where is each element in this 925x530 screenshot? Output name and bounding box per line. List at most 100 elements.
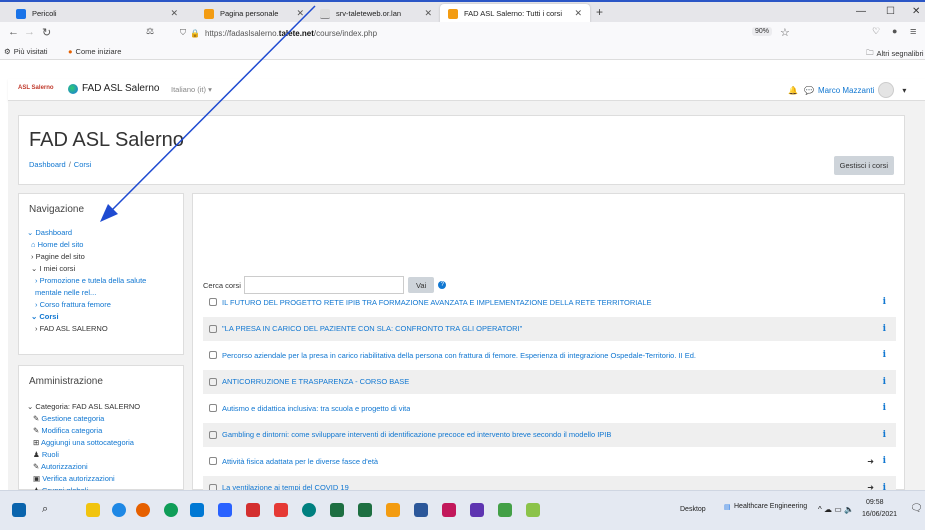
- course-link[interactable]: ANTICORRUZIONE E TRASPARENZA - CORSO BAS…: [222, 377, 409, 386]
- admin-check-permissions[interactable]: ▣ Verifica autorizzazioni: [33, 474, 115, 483]
- admin-manage-category[interactable]: ✎ Gestione categoria: [33, 414, 104, 423]
- minimize-icon[interactable]: —: [856, 6, 866, 17]
- close-icon[interactable]: ✕: [424, 8, 432, 19]
- course-link[interactable]: Percorso aziendale per la presa in caric…: [222, 351, 696, 360]
- url-host: talete.net: [278, 28, 314, 38]
- tray-icons[interactable]: ^ ☁ ▭ 🔈: [818, 505, 854, 514]
- pocket-icon[interactable]: ♡: [872, 26, 880, 37]
- browser-tab[interactable]: Pagina personale ✕: [196, 4, 312, 23]
- other-bookmarks[interactable]: 🗀 Altri segnalibri: [866, 47, 924, 60]
- outlook-icon[interactable]: [190, 503, 204, 517]
- account-icon[interactable]: ●: [892, 26, 897, 36]
- nav-course-mental-health[interactable]: › Promozione e tutela della salute: [35, 276, 146, 285]
- browser-tab[interactable]: Pericoli ✕: [8, 4, 186, 23]
- back-icon[interactable]: ←: [8, 26, 19, 38]
- nav-course-mental-health-cont[interactable]: mentale nelle rel...: [35, 288, 96, 297]
- teams-icon[interactable]: [218, 503, 232, 517]
- chevron-down-icon: ▾: [902, 85, 907, 95]
- desktop-toolbar[interactable]: Desktop: [680, 506, 706, 513]
- app-icon[interactable]: [470, 503, 484, 517]
- url-bar[interactable]: ⛉ 🔒 https://fadaslsalerno. talete.net /c…: [180, 25, 780, 41]
- browser-tab[interactable]: srv-taleteweb.or.lan ✕: [312, 4, 440, 23]
- nav-my-courses[interactable]: ⌄ I miei corsi: [31, 264, 75, 273]
- nav-home[interactable]: ⌂ Home del sito: [31, 240, 83, 249]
- bookmark-get-started[interactable]: ● Come iniziare: [68, 47, 121, 56]
- zoom-level[interactable]: 90%: [752, 27, 773, 36]
- reload-icon[interactable]: ↻: [42, 26, 51, 39]
- asl-logo[interactable]: ASL Salerno: [18, 85, 54, 91]
- nav-site-pages[interactable]: › Pagine del sito: [31, 252, 85, 261]
- info-icon[interactable]: i: [883, 430, 886, 440]
- site-brand[interactable]: FAD ASL Salerno: [68, 83, 159, 94]
- course-link[interactable]: "LA PRESA IN CARICO DEL PAZIENTE CON SLA…: [222, 324, 522, 333]
- chat-icon[interactable]: 💬: [804, 86, 814, 95]
- word-icon[interactable]: [414, 503, 428, 517]
- course-icon: [209, 430, 217, 439]
- app-icon[interactable]: [498, 503, 512, 517]
- nav-label: Promozione e tutela della salute: [39, 276, 147, 285]
- nav-dashboard[interactable]: ⌄ Dashboard: [27, 228, 72, 237]
- language-selector[interactable]: Italiano (it) ▾: [171, 85, 212, 94]
- course-link[interactable]: IL FUTURO DEL PROGETTO RETE IPIB TRA FOR…: [222, 298, 652, 307]
- user-menu[interactable]: 🔔 💬 Marco Mazzanti ▾: [788, 82, 906, 98]
- search-icon[interactable]: ⌕: [42, 503, 56, 517]
- info-icon[interactable]: i: [883, 350, 886, 360]
- app-icon[interactable]: [442, 503, 456, 517]
- excel-icon[interactable]: [358, 503, 372, 517]
- tab-label: srv-taleteweb.or.lan: [336, 9, 402, 18]
- firefox-icon[interactable]: [136, 503, 150, 517]
- windows-start-icon[interactable]: [12, 503, 26, 517]
- close-icon[interactable]: ✕: [296, 8, 304, 19]
- browser-tab-active[interactable]: FAD ASL Salerno: Tutti i corsi ✕: [440, 4, 590, 23]
- info-icon[interactable]: i: [883, 403, 886, 413]
- breadcrumb-dashboard[interactable]: Dashboard: [29, 160, 66, 169]
- nav-course-femur[interactable]: › Corso frattura femore: [35, 300, 111, 309]
- app-icon[interactable]: [274, 503, 288, 517]
- menu-icon[interactable]: ≡: [910, 26, 916, 38]
- course-icon: [209, 457, 217, 465]
- close-icon[interactable]: ✕: [574, 8, 582, 19]
- app-icon[interactable]: [302, 503, 316, 517]
- breadcrumb-courses[interactable]: Corsi: [74, 160, 92, 169]
- blank-icon: [320, 8, 330, 19]
- info-icon[interactable]: i: [883, 377, 886, 387]
- acrobat-icon[interactable]: [246, 503, 260, 517]
- admin-category[interactable]: ⌄ Categoria: FAD ASL SALERNO: [27, 402, 140, 411]
- self-enrol-icon[interactable]: ➜: [867, 457, 874, 466]
- help-icon[interactable]: ?: [438, 281, 447, 289]
- admin-roles[interactable]: ♟ Ruoli: [33, 450, 59, 459]
- tracking-icon[interactable]: ⚖: [146, 26, 154, 37]
- manage-courses-button[interactable]: Gestisci i corsi: [833, 156, 894, 175]
- course-link[interactable]: Attività fisica adattata per le diverse …: [222, 457, 378, 466]
- course-link[interactable]: Autismo e didattica inclusiva: tra scuol…: [222, 404, 410, 413]
- info-icon[interactable]: i: [883, 324, 886, 334]
- close-icon[interactable]: ✕: [170, 8, 178, 19]
- nav-courses[interactable]: ⌄ Corsi: [31, 312, 59, 321]
- course-link[interactable]: Gambling e dintorni: come sviluppare int…: [222, 430, 611, 439]
- info-icon[interactable]: i: [883, 297, 886, 307]
- nav-label: Corsi: [39, 312, 59, 321]
- bookmark-most-visited[interactable]: ⚙ Più visitati: [4, 47, 48, 56]
- forward-icon[interactable]: →: [24, 26, 35, 38]
- admin-edit-category[interactable]: ✎ Modifica categoria: [33, 426, 102, 435]
- file-explorer-icon[interactable]: [86, 503, 100, 517]
- admin-add-subcategory[interactable]: ⊞ Aggiungi una sottocategoria: [33, 438, 134, 447]
- nav-fad-asl[interactable]: › FAD ASL SALERNO: [35, 324, 108, 333]
- chrome-icon[interactable]: [164, 503, 178, 517]
- new-tab-icon[interactable]: +: [596, 5, 603, 19]
- info-icon[interactable]: i: [883, 456, 886, 466]
- admin-permissions[interactable]: ✎ Autorizzazioni: [33, 462, 88, 471]
- edge-icon[interactable]: [112, 503, 126, 517]
- moodle-icon[interactable]: [386, 503, 400, 517]
- admin-label: Modifica categoria: [41, 426, 103, 435]
- bookmark-star-icon[interactable]: ☆: [780, 26, 790, 39]
- window-close-icon[interactable]: ✕: [912, 6, 920, 17]
- excel-icon[interactable]: [330, 503, 344, 517]
- notifications-icon[interactable]: 🗨: [910, 503, 923, 514]
- maximize-icon[interactable]: ☐: [886, 6, 895, 17]
- taskbar-app-label[interactable]: Healthcare Engineering: [734, 503, 807, 510]
- app-icon[interactable]: [526, 503, 540, 517]
- moodle-icon: [204, 8, 214, 19]
- nav-label: mentale nelle rel...: [35, 288, 97, 297]
- bell-icon[interactable]: 🔔: [788, 86, 798, 95]
